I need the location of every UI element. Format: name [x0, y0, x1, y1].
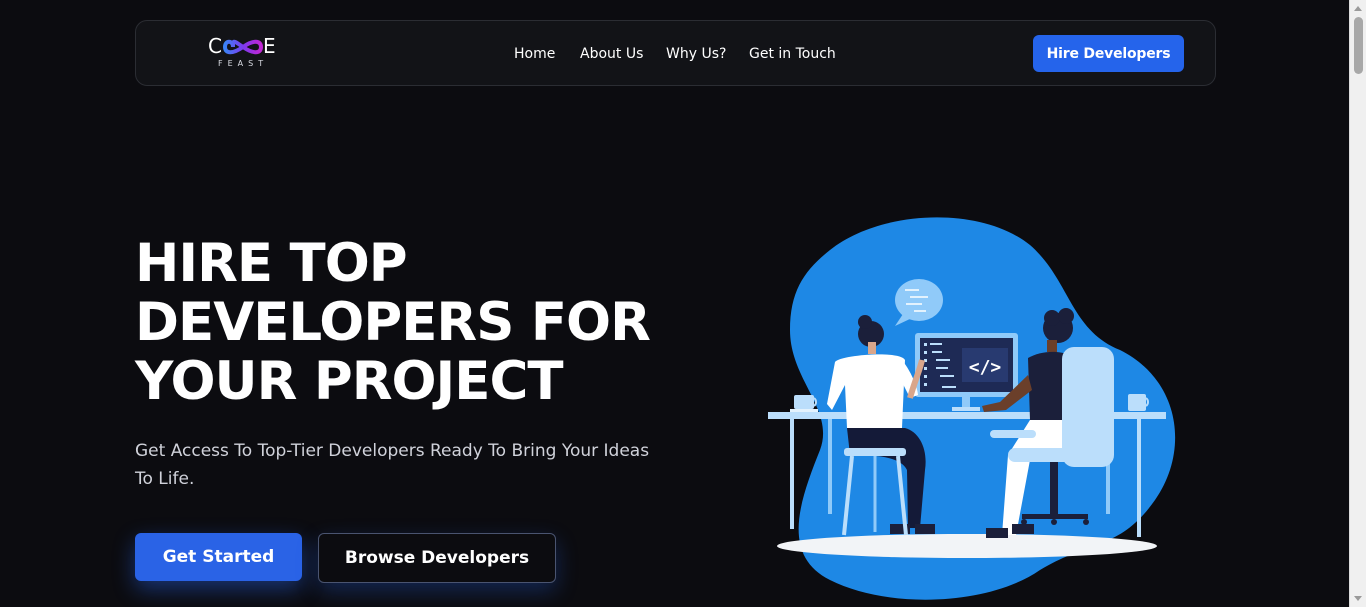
- logo-letter-e: E: [263, 34, 277, 58]
- hero-subtitle: Get Access To Top-Tier Developers Ready …: [135, 441, 650, 489]
- logo-subtitle: FEAST: [218, 59, 269, 68]
- nav-about-us[interactable]: About Us: [580, 43, 643, 65]
- browse-developers-button[interactable]: Browse Developers: [318, 533, 556, 583]
- coffee-cup-left: [790, 395, 818, 412]
- coffee-cup-right: [1128, 394, 1149, 411]
- scroll-up-arrow-icon[interactable]: [1354, 6, 1362, 11]
- nav-get-in-touch[interactable]: Get in Touch: [749, 43, 836, 65]
- floor-shadow: [777, 534, 1157, 558]
- logo-letter-c: C: [208, 34, 223, 58]
- hire-developers-button[interactable]: Hire Developers: [1033, 35, 1184, 72]
- hero-title-line-2: DEVELOPERS FOR: [135, 292, 651, 353]
- infinity-icon: [223, 39, 263, 55]
- scrollbar[interactable]: [1349, 0, 1366, 607]
- hero-title-line-1: HIRE TOP: [135, 233, 408, 294]
- code-symbol: </>: [969, 357, 1002, 378]
- hero-title: HIRE TOP DEVELOPERS FOR YOUR PROJECT: [135, 234, 695, 411]
- nav-why-us[interactable]: Why Us?: [666, 43, 726, 65]
- scroll-down-arrow-icon[interactable]: [1354, 596, 1362, 601]
- get-started-button[interactable]: Get Started: [135, 533, 302, 581]
- navbar: C E FEAST Home About Us Why Us? Get in T…: [135, 20, 1216, 86]
- logo-wordmark: C E: [206, 34, 282, 58]
- hero-title-line-3: YOUR PROJECT: [135, 351, 564, 412]
- developers-at-desk-illustration: </>: [768, 217, 1176, 600]
- logo[interactable]: C E FEAST: [206, 33, 282, 73]
- nav-home[interactable]: Home: [514, 43, 555, 65]
- scroll-thumb[interactable]: [1354, 17, 1363, 74]
